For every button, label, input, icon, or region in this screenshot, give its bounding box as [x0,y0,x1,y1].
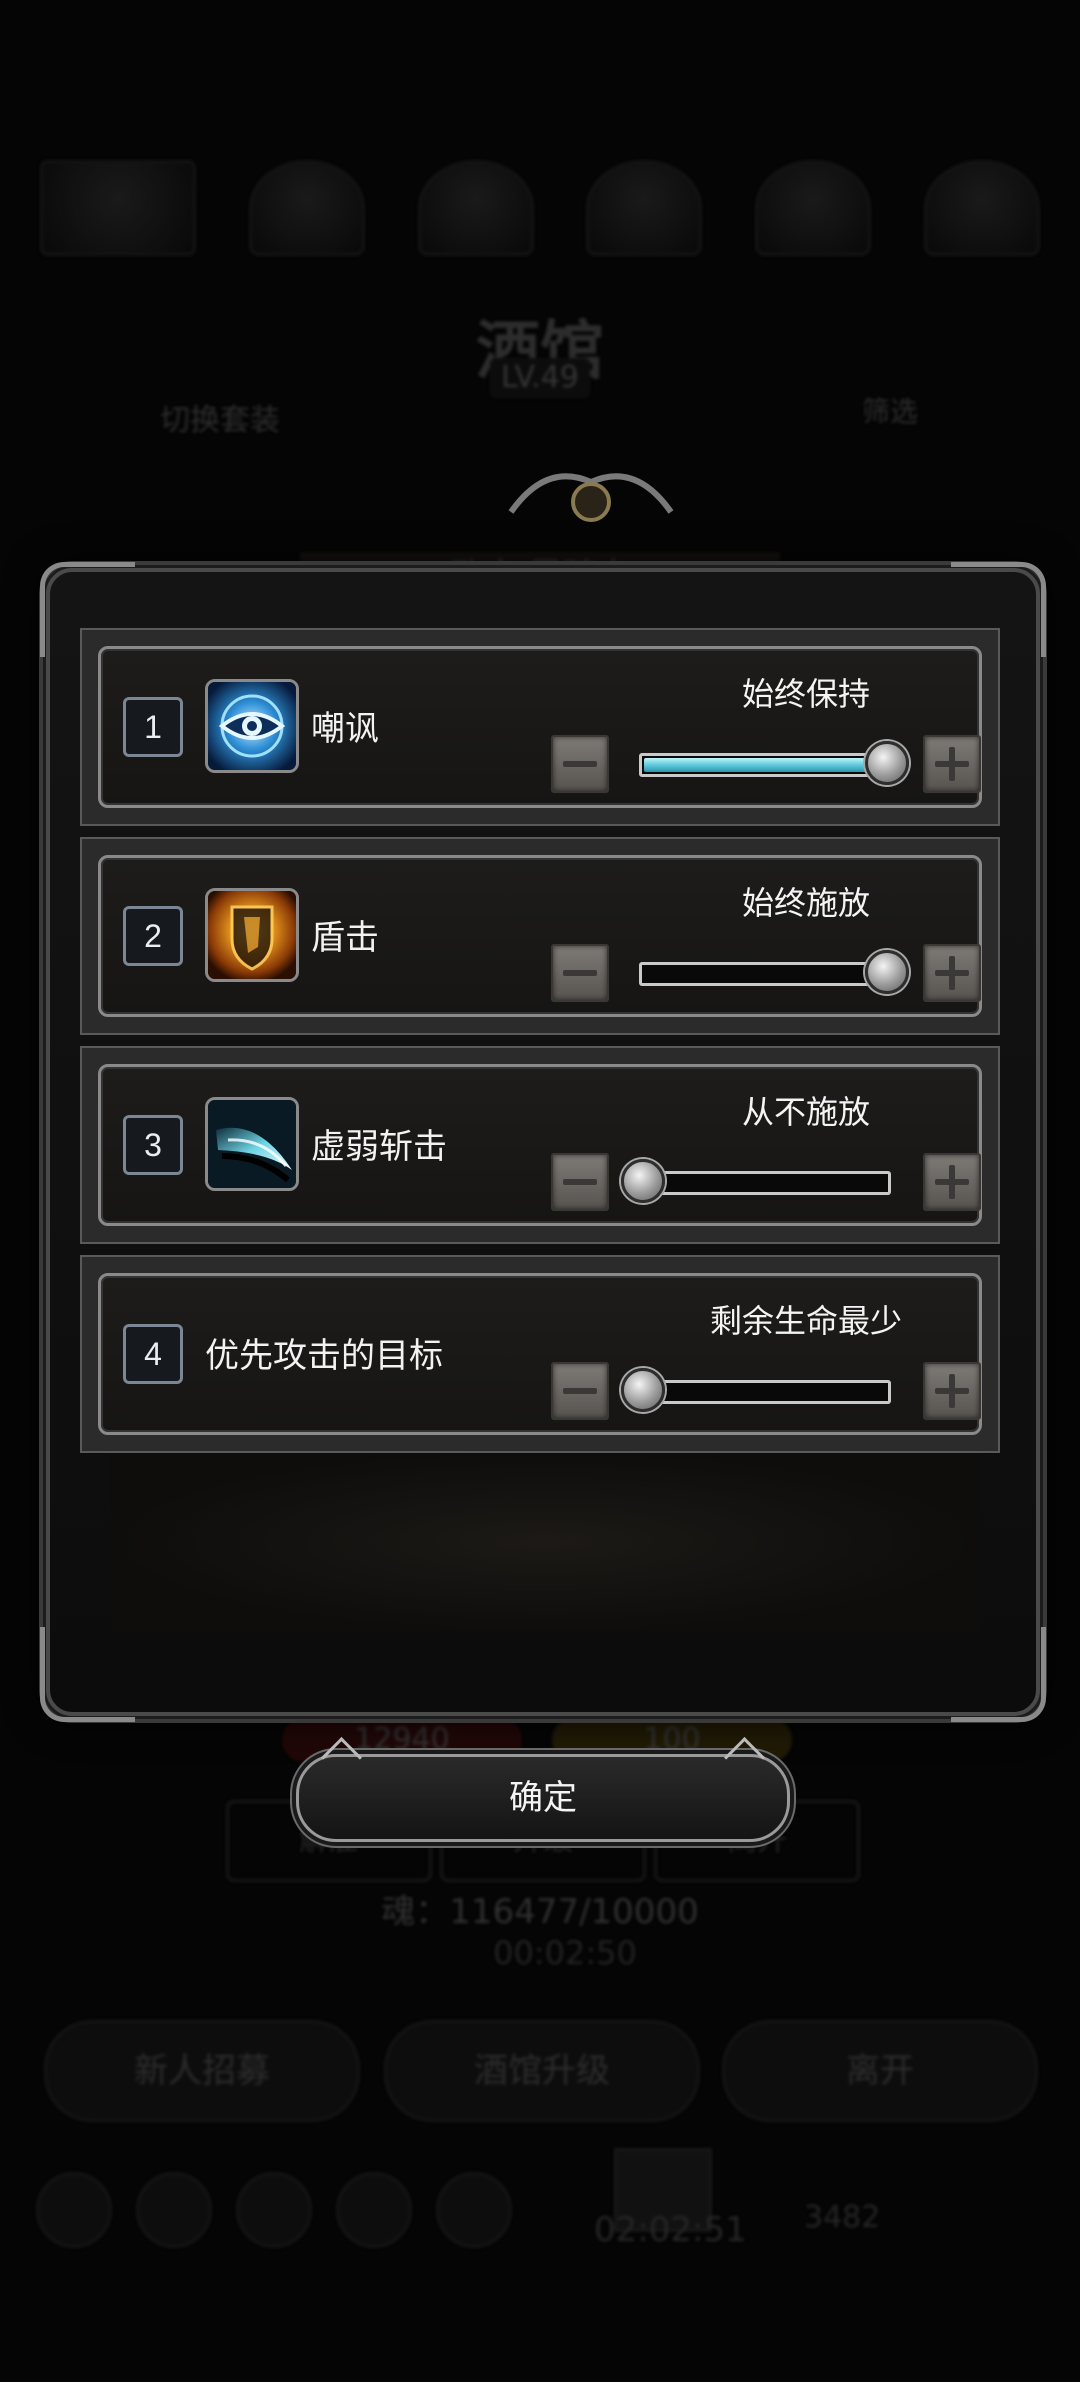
bg-bottom-timer: 02:02:51 [594,2210,747,2250]
target-mode-slider[interactable] [639,1380,891,1404]
slider-fill [644,758,880,772]
cast-mode-label: 始终保持 [741,675,870,713]
target-mode-label: 剩余生命最少 [709,1302,902,1340]
top-slot-row [40,160,1040,256]
shield-skill-icon [205,888,299,982]
skill-row-panel: 1 嘲讽 始终保持 [98,646,982,808]
bg-soul: 魂：116477/10000 [381,1892,699,1932]
bg-slot [248,160,365,256]
bg-slot [586,160,703,256]
target-priority-label: 优先攻击的目标 [205,1336,443,1376]
slider-knob[interactable] [621,1159,665,1203]
skill-name: 嘲讽 [311,709,379,749]
bg-coins: 3482 [804,2200,881,2235]
target-priority-row: 4 优先攻击的目标 剩余生命最少 [80,1255,1000,1453]
slash-skill-icon [205,1097,299,1191]
bg-slot [755,160,872,256]
cast-mode-slider[interactable] [639,1171,891,1195]
skill-index: 2 [123,906,183,966]
bg-round-icon [236,2172,312,2248]
slider-knob[interactable] [865,950,909,994]
skill-row-3: 3 虚弱斩击 从不施放 [80,1046,1000,1244]
cast-mode-slider[interactable] [639,962,891,986]
dialog-texture [110,1452,980,1632]
bg-filter: 筛选 [862,395,919,428]
frame-ornament [40,1627,135,1722]
skill-row-panel: 4 优先攻击的目标 剩余生命最少 [98,1273,982,1435]
skill-row-panel: 3 虚弱斩击 从不施放 [98,1064,982,1226]
skill-index: 1 [123,697,183,757]
decrease-button[interactable] [551,1362,609,1420]
skill-name: 虚弱斩击 [311,1127,447,1167]
skill-row-1: 1 嘲讽 始终保持 [80,628,1000,826]
bg-round-icon [436,2172,512,2248]
bg-leave-big: 离开 [722,2020,1038,2122]
slider-knob[interactable] [621,1368,665,1412]
bg-slot [40,160,196,256]
eye-skill-icon [205,679,299,773]
bg-slot [417,160,534,256]
skill-row-2: 2 盾击 始终施放 [80,837,1000,1035]
confirm-label: 确定 [509,1778,577,1818]
cast-mode-label: 始终施放 [741,884,870,922]
crest-ornament-icon [508,473,674,522]
bg-round-icon [136,2172,212,2248]
skill-index: 4 [123,1324,183,1384]
increase-button[interactable] [923,1153,981,1211]
bg-recruit: 新人招募 [44,2020,360,2122]
bg-round-icon [336,2172,412,2248]
bg-slot [923,160,1040,256]
increase-button[interactable] [923,1362,981,1420]
slider-knob[interactable] [865,741,909,785]
decrease-button[interactable] [551,944,609,1002]
decrease-button[interactable] [551,735,609,793]
skill-index: 3 [123,1115,183,1175]
bg-tavern-upgrade: 酒馆升级 [384,2020,700,2122]
cast-mode-slider[interactable] [639,753,891,777]
skill-row-panel: 2 盾击 始终施放 [98,855,982,1017]
cast-mode-label: 从不施放 [741,1093,870,1131]
bg-level: LV.49 [490,358,590,398]
decrease-button[interactable] [551,1153,609,1211]
bg-round-icon [36,2172,112,2248]
increase-button[interactable] [923,735,981,793]
confirm-button[interactable]: 确定 [296,1736,790,1842]
frame-ornament [951,1627,1046,1722]
increase-button[interactable] [923,944,981,1002]
bg-switch-outfit: 切换套装 [160,403,280,438]
skill-name: 盾击 [311,918,379,958]
bg-timer: 00:02:50 [493,1934,637,1972]
